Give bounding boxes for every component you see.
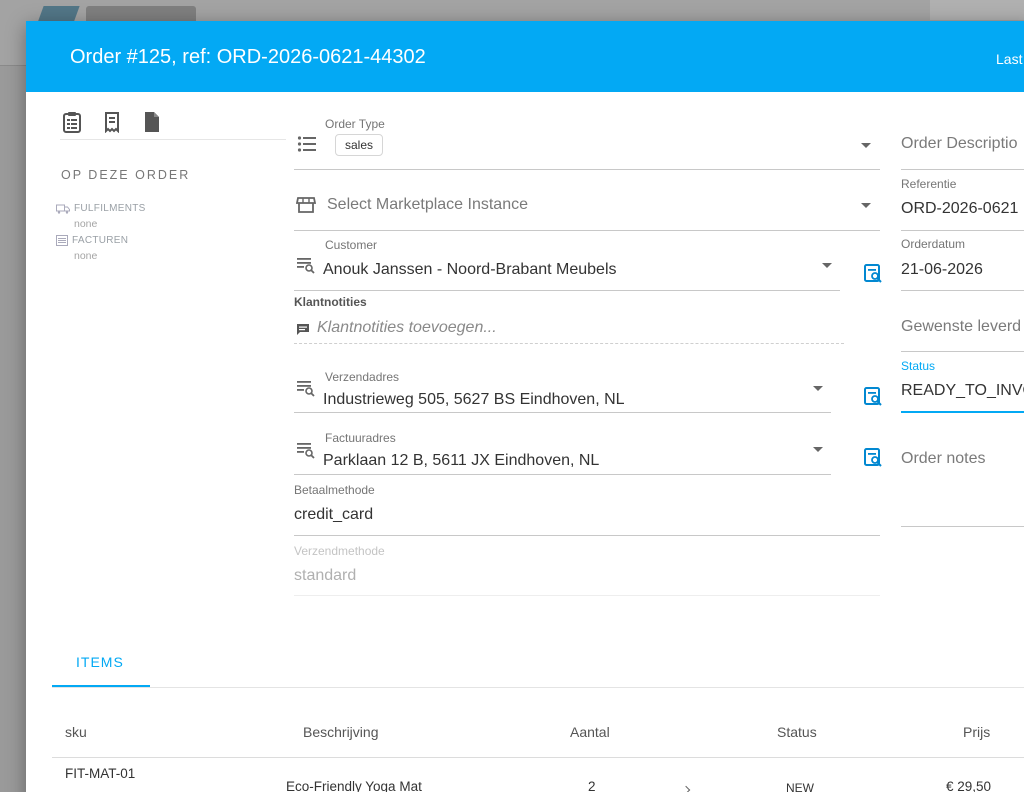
row-quantity: 2 <box>588 779 596 792</box>
shipping-chevron-down-icon[interactable] <box>813 386 823 391</box>
customer-search-icon[interactable] <box>863 263 883 283</box>
background-header-button <box>930 0 1024 20</box>
tab-divider <box>52 687 1024 688</box>
marketplace-chevron-down-icon[interactable] <box>861 203 871 208</box>
billing-address-label: Factuuradres <box>325 431 396 445</box>
customer-notes-title: Klantnotities <box>294 295 367 309</box>
invoice-icon <box>56 235 68 246</box>
reference-underline <box>901 230 1024 231</box>
table-header-divider <box>52 757 1024 758</box>
column-header-status[interactable]: Status <box>777 724 817 740</box>
order-dialog: Order #125, ref: ORD-2026-0621-44302 Las… <box>26 21 1024 792</box>
facturen-label: FACTUREN <box>72 235 129 246</box>
order-notes-underline <box>901 526 1024 527</box>
shipping-method-label: Verzendmethode <box>294 544 385 558</box>
dialog-header: Order #125, ref: ORD-2026-0621-44302 Las… <box>26 21 1024 92</box>
status-input[interactable]: READY_TO_INVO <box>901 382 1024 400</box>
chevron-right-icon[interactable] <box>681 785 691 792</box>
facturen-value: none <box>74 250 98 262</box>
order-description-underline <box>901 169 1024 170</box>
marketplace-select[interactable]: Select Marketplace Instance <box>327 196 528 214</box>
desired-delivery-input[interactable]: Gewenste leverd <box>901 318 1021 336</box>
header-right-text: Last <box>996 51 1023 67</box>
billing-address-search-icon[interactable] <box>863 447 883 467</box>
order-type-underline <box>294 169 880 170</box>
clipboard-list-icon[interactable] <box>62 111 82 133</box>
status-label: Status <box>901 359 936 373</box>
shipping-address-search-icon[interactable] <box>863 386 883 406</box>
order-date-label: Orderdatum <box>901 237 966 251</box>
order-date-input[interactable]: 21-06-2026 <box>901 261 983 279</box>
column-header-description[interactable]: Beschrijving <box>303 724 378 740</box>
payment-method-label: Betaalmethode <box>294 483 375 497</box>
fulfilments-label: FULFILMENTS <box>74 203 146 214</box>
order-description-input[interactable]: Order Descriptio <box>901 135 1017 153</box>
order-type-chevron-down-icon[interactable] <box>861 143 871 148</box>
document-icon[interactable] <box>142 111 162 133</box>
shipping-address-select[interactable]: Industrieweg 505, 5627 BS Eindhoven, NL <box>323 391 625 409</box>
billing-address-select[interactable]: Parklaan 12 B, 5611 JX Eindhoven, NL <box>323 452 599 470</box>
billing-chevron-down-icon[interactable] <box>813 447 823 452</box>
facturen-link[interactable]: FACTUREN <box>56 235 128 246</box>
row-status: NEW <box>786 781 814 792</box>
order-date-underline <box>901 290 1024 291</box>
receipt-icon[interactable] <box>102 111 122 133</box>
order-notes-textarea[interactable]: Order notes <box>901 450 985 468</box>
comment-icon <box>297 324 309 335</box>
customer-notes-input[interactable]: Klantnotities toevoegen... <box>317 319 497 337</box>
left-panel-heading: OP DEZE ORDER <box>61 168 191 182</box>
customer-notes-underline <box>294 343 844 344</box>
shipping-address-label: Verzendadres <box>325 370 400 384</box>
search-list-icon <box>297 443 315 459</box>
column-header-quantity[interactable]: Aantal <box>570 724 610 740</box>
status-underline <box>901 411 1024 413</box>
payment-method-input[interactable]: credit_card <box>294 506 373 524</box>
column-header-sku[interactable]: sku <box>65 724 87 740</box>
row-sku: FIT-MAT-01 <box>65 766 136 781</box>
dialog-title: Order #125, ref: ORD-2026-0621-44302 <box>70 46 426 68</box>
row-description: Eco-Friendly Yoga Mat <box>286 779 422 792</box>
billing-address-underline <box>294 474 831 475</box>
customer-select[interactable]: Anouk Janssen - Noord-Brabant Meubels <box>323 261 617 279</box>
marketplace-underline <box>294 230 880 231</box>
search-list-icon <box>297 258 315 274</box>
shipping-method-underline <box>294 595 880 596</box>
shipping-method-input: standard <box>294 567 357 584</box>
search-list-icon <box>297 381 315 397</box>
left-panel-divider <box>60 139 286 140</box>
left-panel-toolbar <box>62 111 162 133</box>
payment-method-underline <box>294 535 880 536</box>
reference-label: Referentie <box>901 177 957 191</box>
row-price: € 29,50 <box>946 779 992 792</box>
shipping-address-underline <box>294 412 831 413</box>
truck-icon <box>56 204 70 214</box>
desired-delivery-underline <box>901 351 1024 352</box>
order-type-label: Order Type <box>325 117 385 131</box>
order-type-chip[interactable]: sales <box>335 134 384 156</box>
fulfilments-value: none <box>74 218 98 230</box>
tab-items[interactable]: ITEMS <box>76 654 124 670</box>
column-header-price[interactable]: Prijs <box>963 724 990 740</box>
reference-input[interactable]: ORD-2026-0621 <box>901 200 1018 218</box>
fulfilments-link[interactable]: FULFILMENTS <box>56 203 146 214</box>
customer-underline <box>294 290 840 291</box>
customer-label: Customer <box>325 238 378 252</box>
storefront-icon <box>296 197 316 213</box>
customer-chevron-down-icon[interactable] <box>822 263 832 268</box>
list-icon <box>297 136 316 152</box>
